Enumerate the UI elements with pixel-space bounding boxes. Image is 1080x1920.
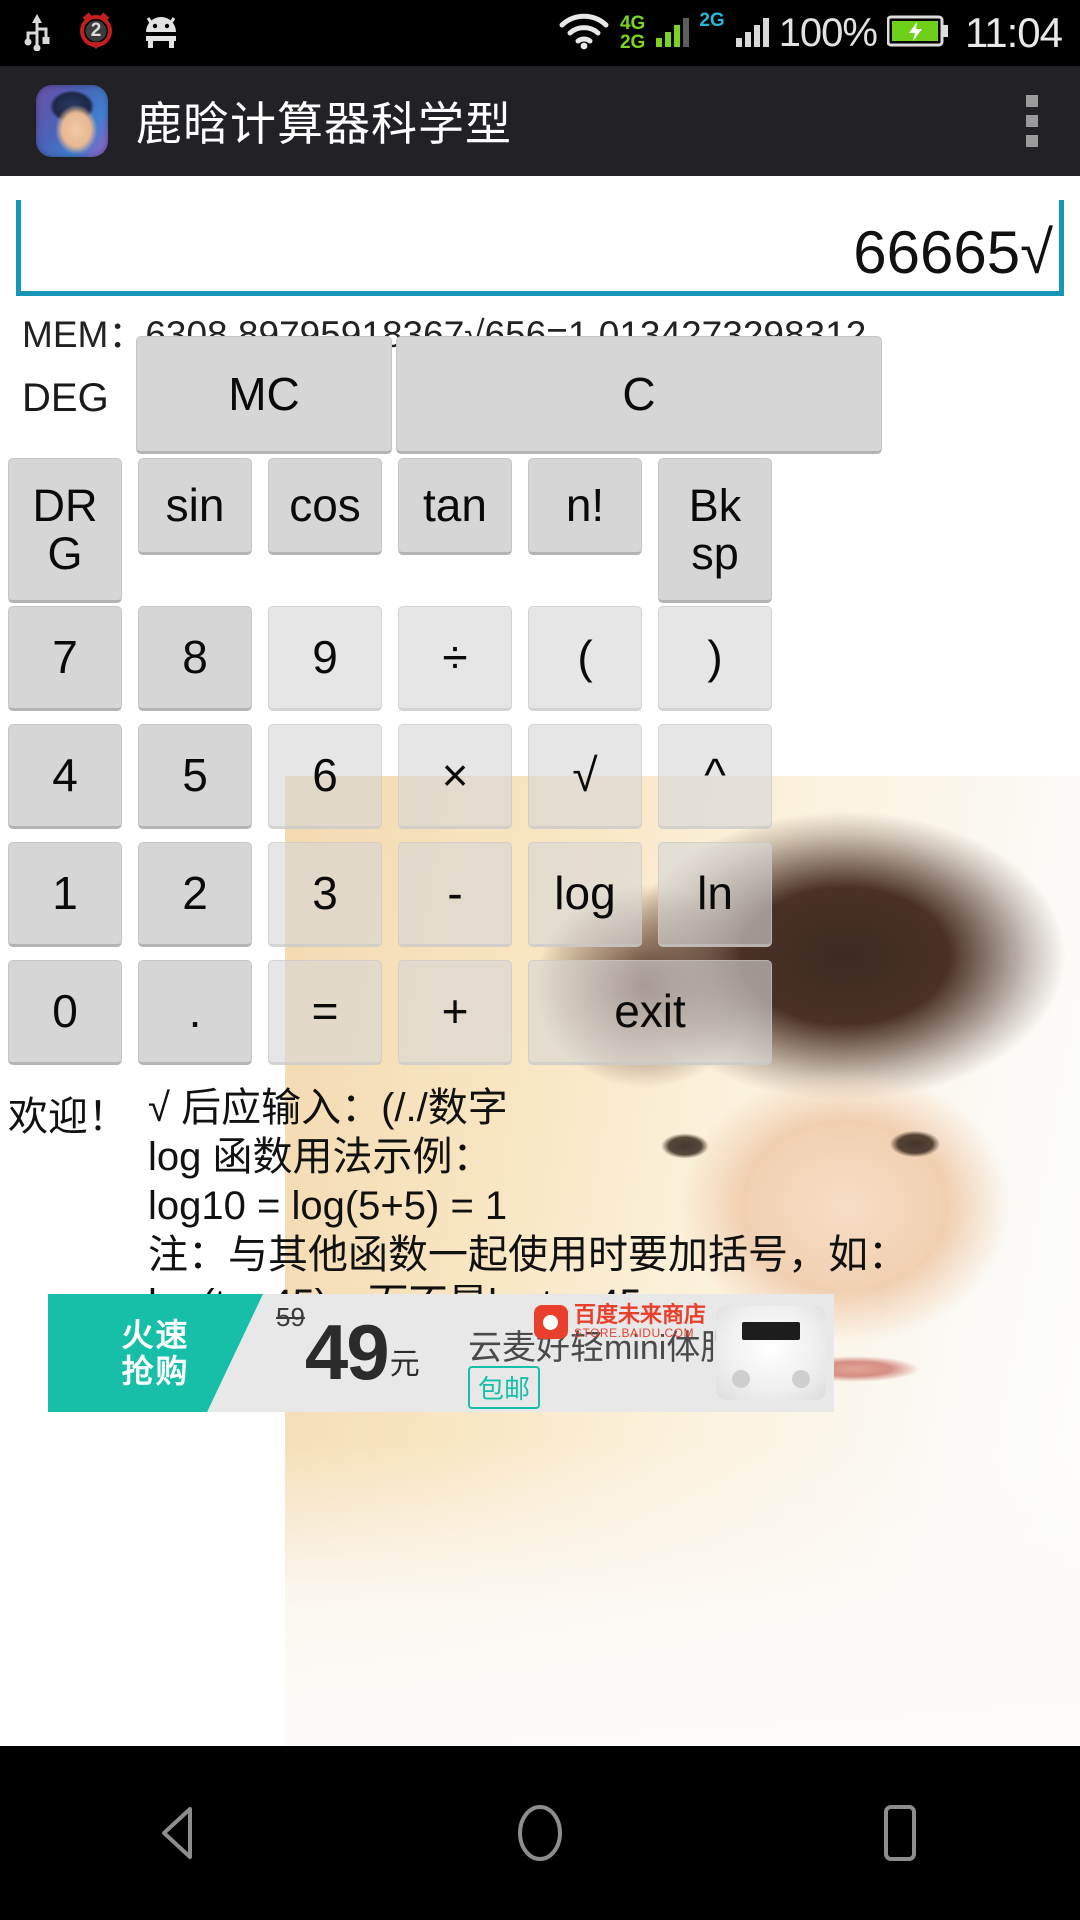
cos-button[interactable]: cos (268, 458, 382, 555)
ad-brand-text: 百度未来商店 STORE.BAIDU.COM (573, 1302, 706, 1341)
system-navigation-bar (0, 1746, 1080, 1920)
bksp-line-1: Bk (688, 480, 742, 532)
ad-free-shipping-badge: 包邮 (468, 1366, 541, 1409)
close-paren-button[interactable]: ) (658, 606, 772, 711)
divide-button[interactable]: ÷ (398, 606, 512, 711)
digit-7-button[interactable]: 7 (8, 606, 122, 711)
calculator-screen: 66665√ MEM：6308.89795918367√656=1.013427… (0, 176, 1080, 1746)
back-nav-button[interactable] (105, 1778, 255, 1888)
digit-9-button[interactable]: 9 (268, 606, 382, 711)
ln-button[interactable]: ln (658, 842, 772, 947)
page-title: 鹿晗计算器科学型 (136, 98, 512, 150)
status-bar-left-icons: 2 (22, 11, 182, 56)
help-line-4: 注：与其他函数一起使用时要加括号，如： (148, 1233, 908, 1277)
ad-brand-logo: 百度未来商店 STORE.BAIDU.COM (533, 1302, 706, 1341)
app-avatar-icon (36, 85, 108, 157)
digit-5-button[interactable]: 5 (138, 724, 252, 829)
digit-1-button[interactable]: 1 (8, 842, 122, 947)
ad-flash-line-2: 抢购 (121, 1353, 190, 1389)
help-line-3: log10 = log(5+5) = 1 (148, 1184, 508, 1228)
ad-price: 49 (304, 1308, 390, 1396)
decimal-point-button[interactable]: . (138, 960, 252, 1065)
baidu-store-icon (533, 1305, 568, 1339)
network-type-4g-label: 4G (619, 13, 646, 34)
memory-clear-button[interactable]: MC (136, 336, 392, 454)
keypad-row-3: 1 2 3 - log ln (0, 842, 1080, 952)
ad-price-group: 59 49 元 (276, 1302, 420, 1391)
wifi-icon (558, 11, 610, 56)
expression-display[interactable]: 66665√ (16, 200, 1064, 296)
battery-percent-label: 100% (778, 10, 878, 55)
keypad-row-4: 0 . = + exit (0, 960, 1080, 1070)
alarm-icon: 2 (76, 11, 116, 56)
function-button-row: DR G sin cos tan n! Bk sp (0, 458, 1080, 603)
tan-button[interactable]: tan (398, 458, 512, 555)
ad-banner[interactable]: 火速 抢购 59 49 元 云麦好轻mini体脂秤 包邮 百度未来商店 STOR… (48, 1294, 834, 1412)
digit-8-button[interactable]: 8 (138, 606, 252, 711)
usb-icon (22, 11, 52, 56)
top-button-row: DEG MC C (0, 336, 1080, 456)
factorial-button[interactable]: n! (528, 458, 642, 555)
network-type-2g-label: 2G (619, 32, 646, 53)
minus-button[interactable]: - (398, 842, 512, 947)
angle-mode-label: DEG (22, 376, 109, 420)
drg-line-2: G (47, 527, 83, 579)
ad-old-price: 59 (276, 1302, 305, 1332)
digit-6-button[interactable]: 6 (268, 724, 382, 829)
ad-product-image (716, 1306, 826, 1400)
digit-0-button[interactable]: 0 (8, 960, 122, 1065)
help-line-1: √ 后应输入：(/./数字 (148, 1086, 508, 1130)
keypad-row-1: 7 8 9 ÷ ( ) (0, 606, 1080, 716)
battery-icon (886, 14, 949, 53)
display-value: 66665√ (853, 219, 1053, 286)
power-button[interactable]: ^ (658, 724, 772, 829)
welcome-label: 欢迎！ (8, 1095, 128, 1139)
digit-4-button[interactable]: 4 (8, 724, 122, 829)
ad-currency: 元 (389, 1348, 420, 1381)
ad-brand-name: 百度未来商店 (573, 1302, 706, 1327)
help-text-block: √ 后应输入：(/./数字 log 函数用法示例： log10 = log(5+… (148, 1084, 908, 1329)
digit-2-button[interactable]: 2 (138, 842, 252, 947)
log-button[interactable]: log (528, 842, 642, 947)
home-nav-button[interactable] (465, 1778, 615, 1888)
status-bar: 2 4G 2G 2G 100% 11:04 (0, 0, 1080, 66)
help-line-2: log 函数用法示例： (148, 1135, 493, 1179)
exit-button[interactable]: exit (528, 960, 772, 1065)
clock-label: 11:04 (965, 9, 1063, 56)
signal-bars-2-icon (735, 14, 769, 53)
sqrt-button[interactable]: √ (528, 724, 642, 829)
sin-button[interactable]: sin (138, 458, 252, 555)
network-type-2g-top-label: 2G (699, 10, 725, 31)
alarm-count-badge: 2 (90, 19, 102, 41)
app-bar: 鹿晗计算器科学型 (0, 66, 1080, 176)
sim2-signal-icon: 2G (699, 11, 724, 55)
drg-line-1: DR (32, 480, 98, 532)
display-area: 66665√ MEM：6308.89795918367√656=1.013427… (0, 176, 1080, 358)
ad-flash-sale-tag: 火速 抢购 (48, 1294, 263, 1412)
drg-button[interactable]: DR G (8, 458, 122, 603)
android-icon (140, 14, 182, 53)
signal-bars-1-icon (655, 14, 690, 53)
clear-button[interactable]: C (396, 336, 882, 454)
sim1-signal-icon: 4G 2G (620, 11, 645, 55)
equals-button[interactable]: = (268, 960, 382, 1065)
open-paren-button[interactable]: ( (528, 606, 642, 711)
backspace-button[interactable]: Bk sp (658, 458, 772, 603)
status-bar-right-icons: 4G 2G 2G 100% 11:04 (558, 9, 1063, 57)
keypad-row-2: 4 5 6 × √ ^ (0, 724, 1080, 834)
multiply-button[interactable]: × (398, 724, 512, 829)
more-options-icon[interactable] (1026, 95, 1040, 147)
digit-3-button[interactable]: 3 (268, 842, 382, 947)
bksp-line-2: sp (691, 527, 739, 579)
ad-flash-line-1: 火速 (121, 1317, 190, 1353)
recents-nav-button[interactable] (825, 1778, 975, 1888)
ad-brand-url: STORE.BAIDU.COM (573, 1326, 694, 1340)
plus-button[interactable]: + (398, 960, 512, 1065)
